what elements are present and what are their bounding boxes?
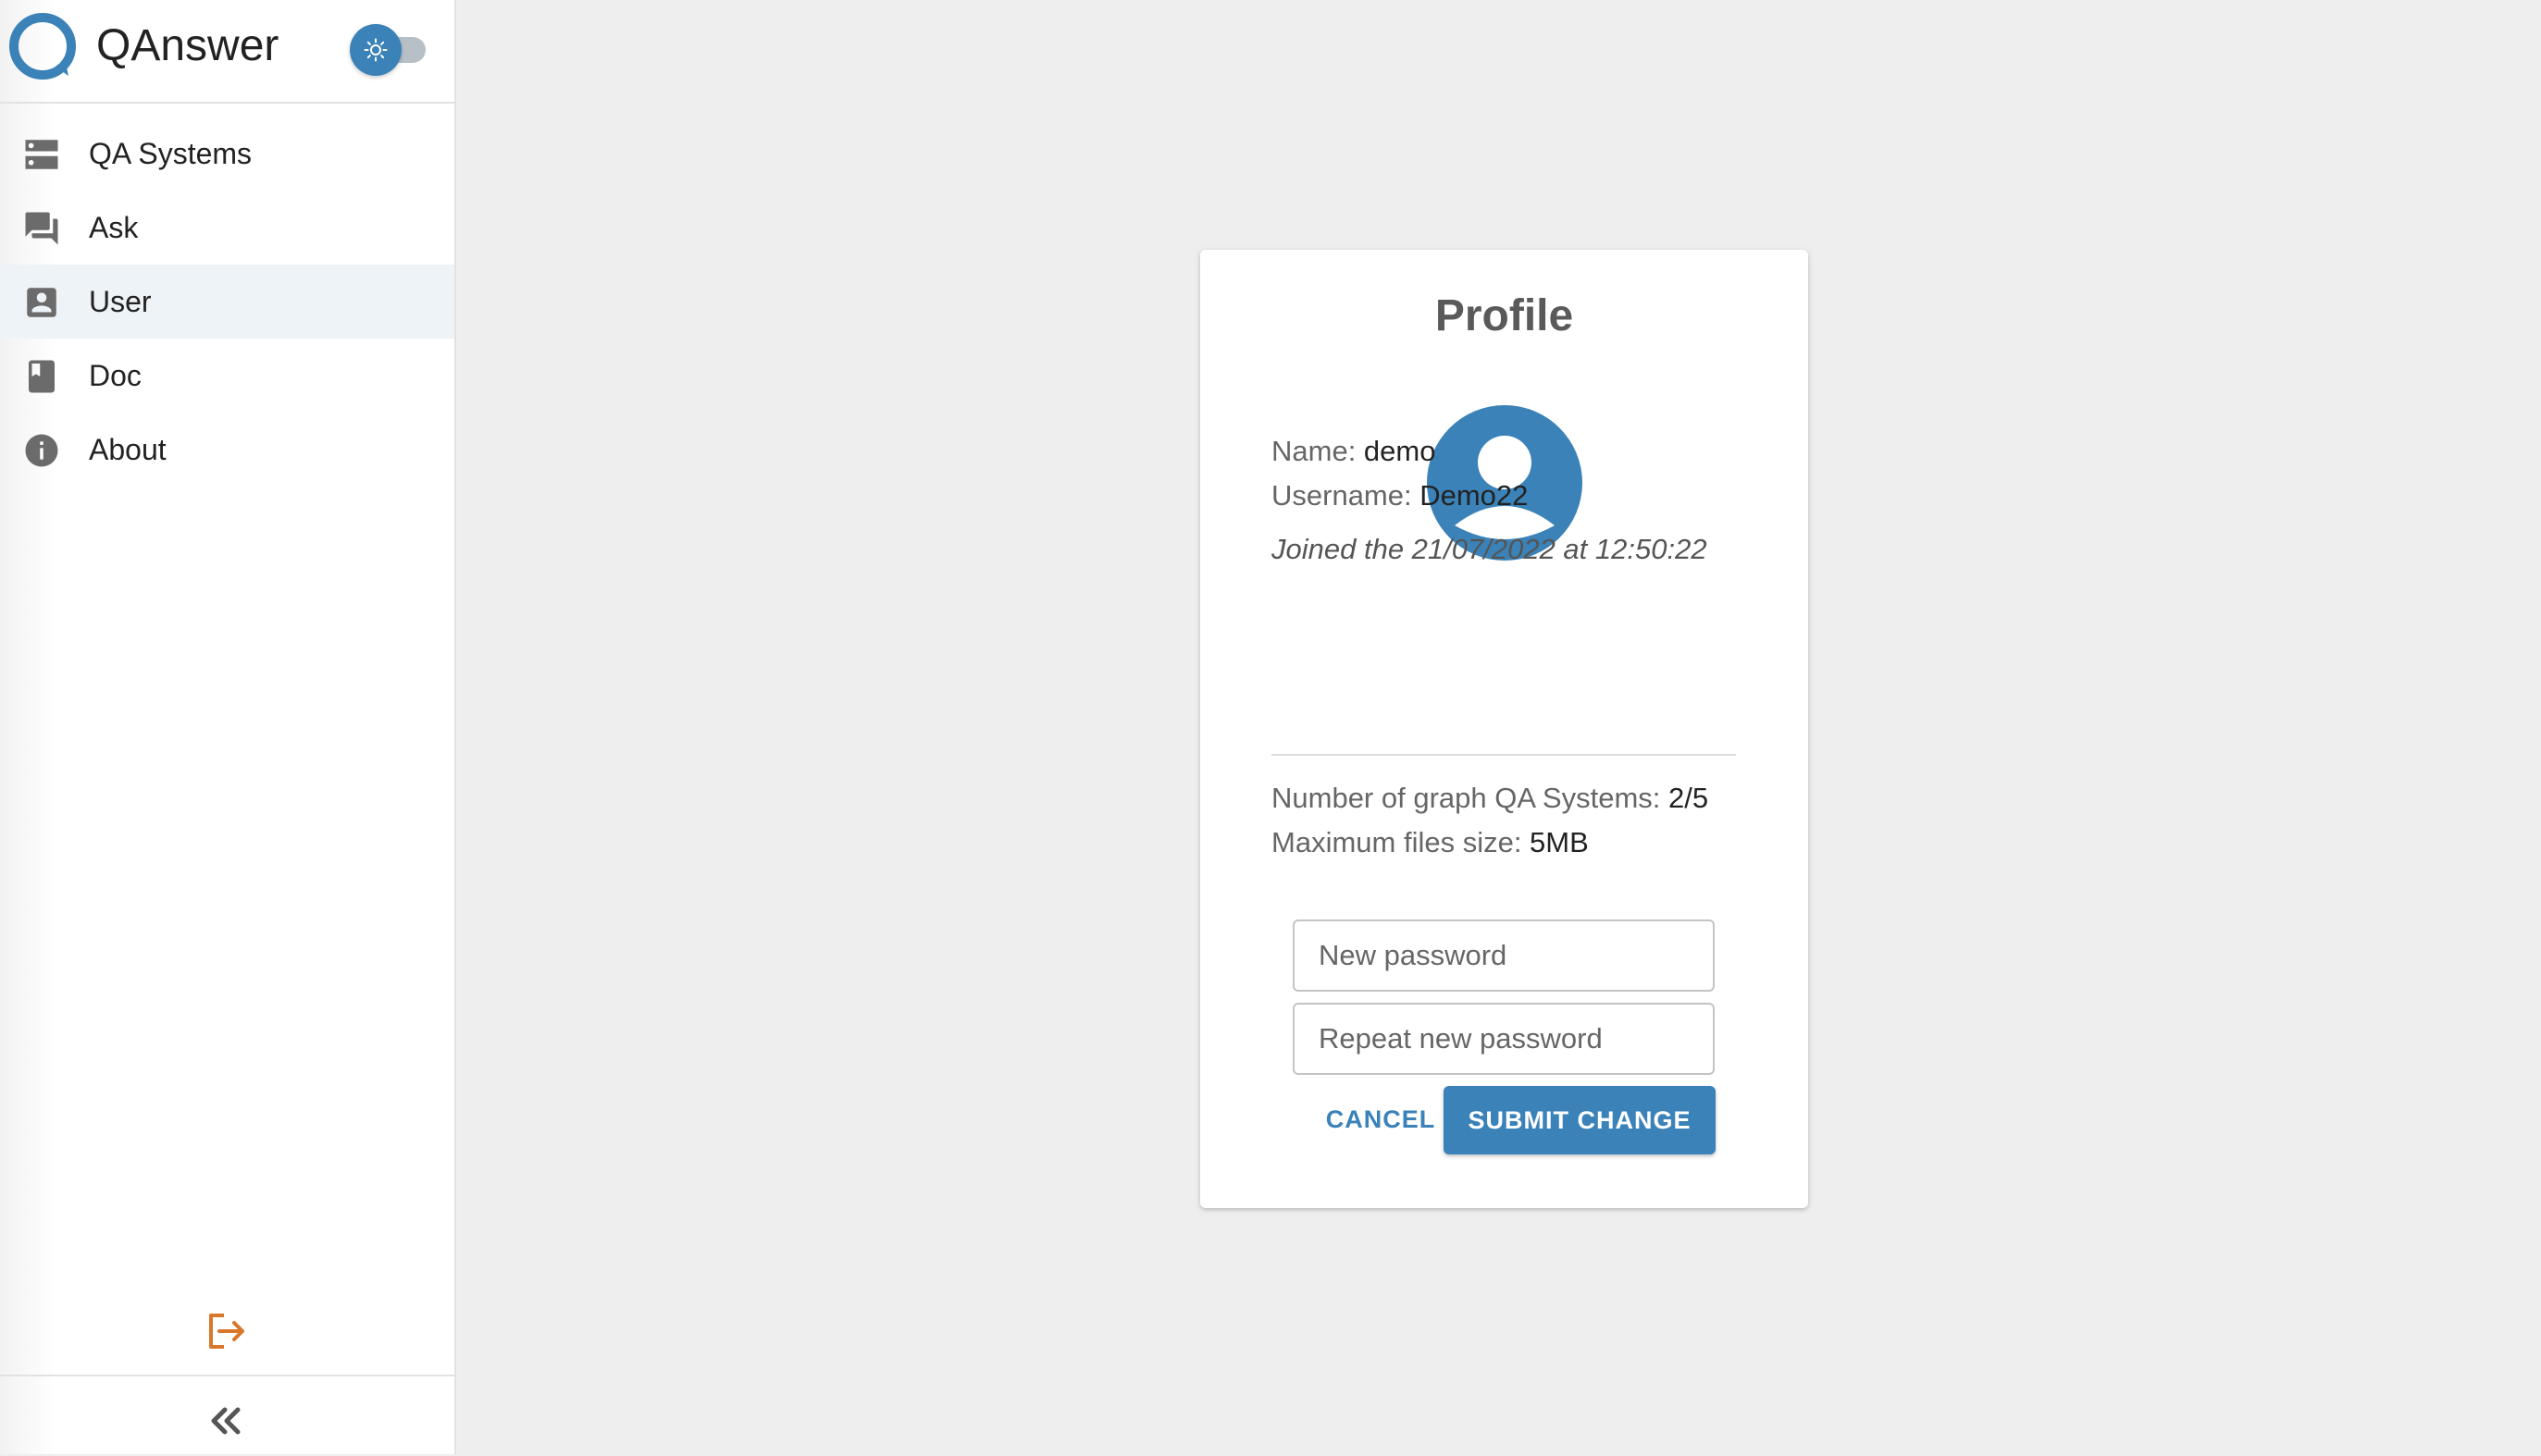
sidebar-item-user[interactable]: User <box>0 265 454 339</box>
sidebar-item-label: User <box>89 284 152 318</box>
username-row: Username: Demo22 <box>1271 479 1528 512</box>
sidebar-item-ask[interactable]: Ask <box>0 191 454 265</box>
toggle-knob <box>350 24 402 76</box>
page-title: Profile <box>1434 291 1574 340</box>
qa-systems-row: Number of graph QA Systems: 2/5 <box>1271 782 1708 815</box>
username-label: Username: <box>1271 479 1420 512</box>
max-files-label: Maximum files size: <box>1271 826 1531 858</box>
username-value: Demo22 <box>1419 479 1529 512</box>
theme-toggle[interactable] <box>350 22 428 76</box>
sidebar-nav: QA Systems Ask User Doc About <box>0 117 454 487</box>
divider <box>1271 754 1736 756</box>
name-row: Name: demo <box>1271 435 1435 468</box>
book-icon <box>29 360 55 393</box>
name-value: demo <box>1363 435 1436 467</box>
sidebar-item-label: About <box>89 432 167 466</box>
max-files-row: Maximum files size: 5MB <box>1271 826 1589 859</box>
sidebar-footer <box>0 1375 454 1456</box>
joined-date: Joined the 21/07/2022 at 12:50:22 <box>1271 533 1707 565</box>
double-chevron-left-icon[interactable] <box>205 1400 246 1441</box>
qa-systems-label: Number of graph QA Systems: <box>1271 782 1669 814</box>
max-files-value: 5MB <box>1530 826 1589 858</box>
repeat-password-field[interactable] <box>1293 1003 1715 1075</box>
sidebar-item-label: Ask <box>89 210 139 244</box>
chat-bubbles-icon <box>25 212 58 245</box>
profile-card: Profile Name: demo Username: Demo22 Join… <box>1200 250 1808 1208</box>
sidebar-item-doc[interactable]: Doc <box>0 339 454 413</box>
brand-header: QAnswer <box>0 0 454 104</box>
sun-icon <box>364 38 388 62</box>
sidebar-item-label: QA Systems <box>89 136 253 170</box>
sidebar-item-about[interactable]: About <box>0 413 454 487</box>
submit-change-button[interactable]: SUBMIT CHANGE <box>1444 1086 1716 1154</box>
account-box-icon <box>27 288 56 317</box>
name-label: Name: <box>1271 435 1364 467</box>
cancel-button[interactable]: CANCEL <box>1304 1086 1457 1153</box>
info-icon <box>25 434 58 467</box>
sidebar-item-label: Doc <box>89 358 142 392</box>
server-icon <box>25 140 58 169</box>
logout-icon[interactable] <box>204 1308 250 1354</box>
qanswer-logo-icon[interactable] <box>7 11 78 81</box>
sidebar: QAnswer QA Systems Ask User Doc About <box>0 0 456 1454</box>
app-name: QAnswer <box>96 21 279 70</box>
qa-systems-value: 2/5 <box>1668 782 1709 814</box>
sidebar-item-qa-systems[interactable]: QA Systems <box>0 117 454 191</box>
new-password-field[interactable] <box>1293 919 1715 992</box>
